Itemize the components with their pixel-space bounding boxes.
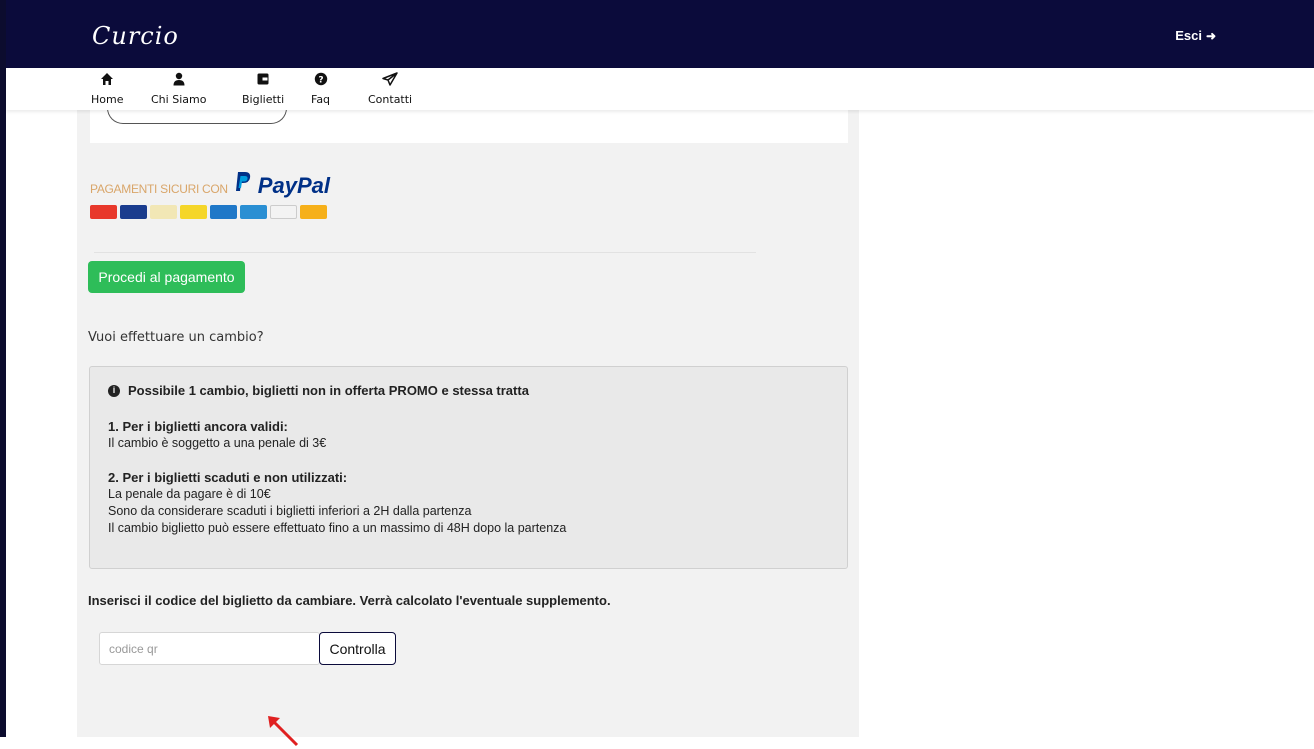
- section2-title: 2. Per i biglietti scaduti e non utilizz…: [108, 470, 348, 485]
- mastercard-icon: [90, 205, 117, 219]
- sign-out-icon: ➜: [1205, 28, 1216, 43]
- question-icon: ?: [314, 72, 328, 91]
- paypal-banner: PAGAMENTI SICURI CON PayPal: [90, 171, 342, 251]
- aura-icon: [300, 205, 327, 219]
- nav-item-faq[interactable]: ? Faq: [311, 72, 330, 106]
- nav-item-chi-siamo[interactable]: Chi Siamo: [151, 72, 206, 106]
- change-instruction: Inserisci il codice del biglietto da cam…: [88, 593, 611, 608]
- nav-label: Contatti: [368, 93, 413, 106]
- logout-label: Esci: [1175, 28, 1202, 43]
- main-nav: Home Chi Siamo Biglietti ? Faq Contatti: [6, 68, 1314, 110]
- nav-item-contatti[interactable]: Contatti: [368, 72, 412, 106]
- visa-icon: [120, 205, 147, 219]
- change-info-box: i Possibile 1 cambio, biglietti non in o…: [89, 366, 848, 569]
- info-icon: i: [108, 384, 120, 397]
- red-arrow-annotation: [268, 716, 299, 747]
- nav-item-home[interactable]: Home: [91, 72, 123, 106]
- home-icon: [100, 72, 114, 91]
- discover-icon: [270, 205, 297, 219]
- logout-button[interactable]: Esci ➜: [1175, 28, 1216, 43]
- svg-text:?: ?: [318, 76, 323, 86]
- change-question: Vuoi effettuare un cambio?: [88, 330, 264, 345]
- pay-button[interactable]: Procedi al pagamento: [88, 261, 245, 293]
- send-icon: [382, 72, 398, 91]
- paypal-banner-text: PAGAMENTI SICURI CON: [90, 182, 228, 196]
- info-title: i Possibile 1 cambio, biglietti non in o…: [108, 382, 829, 399]
- paypal-logo-icon: [234, 171, 252, 193]
- user-icon: [172, 72, 186, 91]
- maestro-icon: [210, 205, 237, 219]
- nav-label: Home: [91, 93, 124, 106]
- card-logos: [90, 205, 342, 219]
- section2-line: Sono da considerare scaduti i biglietti …: [108, 504, 472, 518]
- nav-item-biglietti[interactable]: Biglietti: [242, 72, 284, 106]
- section2-line: Il cambio biglietto può essere effettuat…: [108, 521, 567, 535]
- check-button[interactable]: Controlla: [319, 632, 396, 665]
- decorative-curve: [107, 108, 287, 124]
- qr-code-input[interactable]: [99, 632, 320, 665]
- site-logo[interactable]: Curcio: [92, 22, 179, 50]
- carta-icon: [180, 205, 207, 219]
- section1-line: Il cambio è soggetto a una penale di 3€: [108, 436, 327, 450]
- section-divider: [94, 252, 756, 253]
- top-bar: Curcio Esci ➜: [6, 0, 1314, 68]
- nav-label: Biglietti: [242, 93, 285, 106]
- content-panel: PAGAMENTI SICURI CON PayPal Procedi al p…: [77, 68, 859, 747]
- amex-icon: [240, 205, 267, 219]
- section2-line: La penale da pagare è di 10€: [108, 487, 271, 501]
- paypal-brand: PayPal: [257, 173, 330, 198]
- nav-label: Faq: [311, 93, 331, 106]
- wallet-icon: [256, 72, 270, 91]
- info-title-text: Possibile 1 cambio, biglietti non in off…: [128, 383, 529, 398]
- postepay-icon: [150, 205, 177, 219]
- nav-label: Chi Siamo: [151, 93, 207, 106]
- section1-title: 1. Per i biglietti ancora validi:: [108, 419, 288, 434]
